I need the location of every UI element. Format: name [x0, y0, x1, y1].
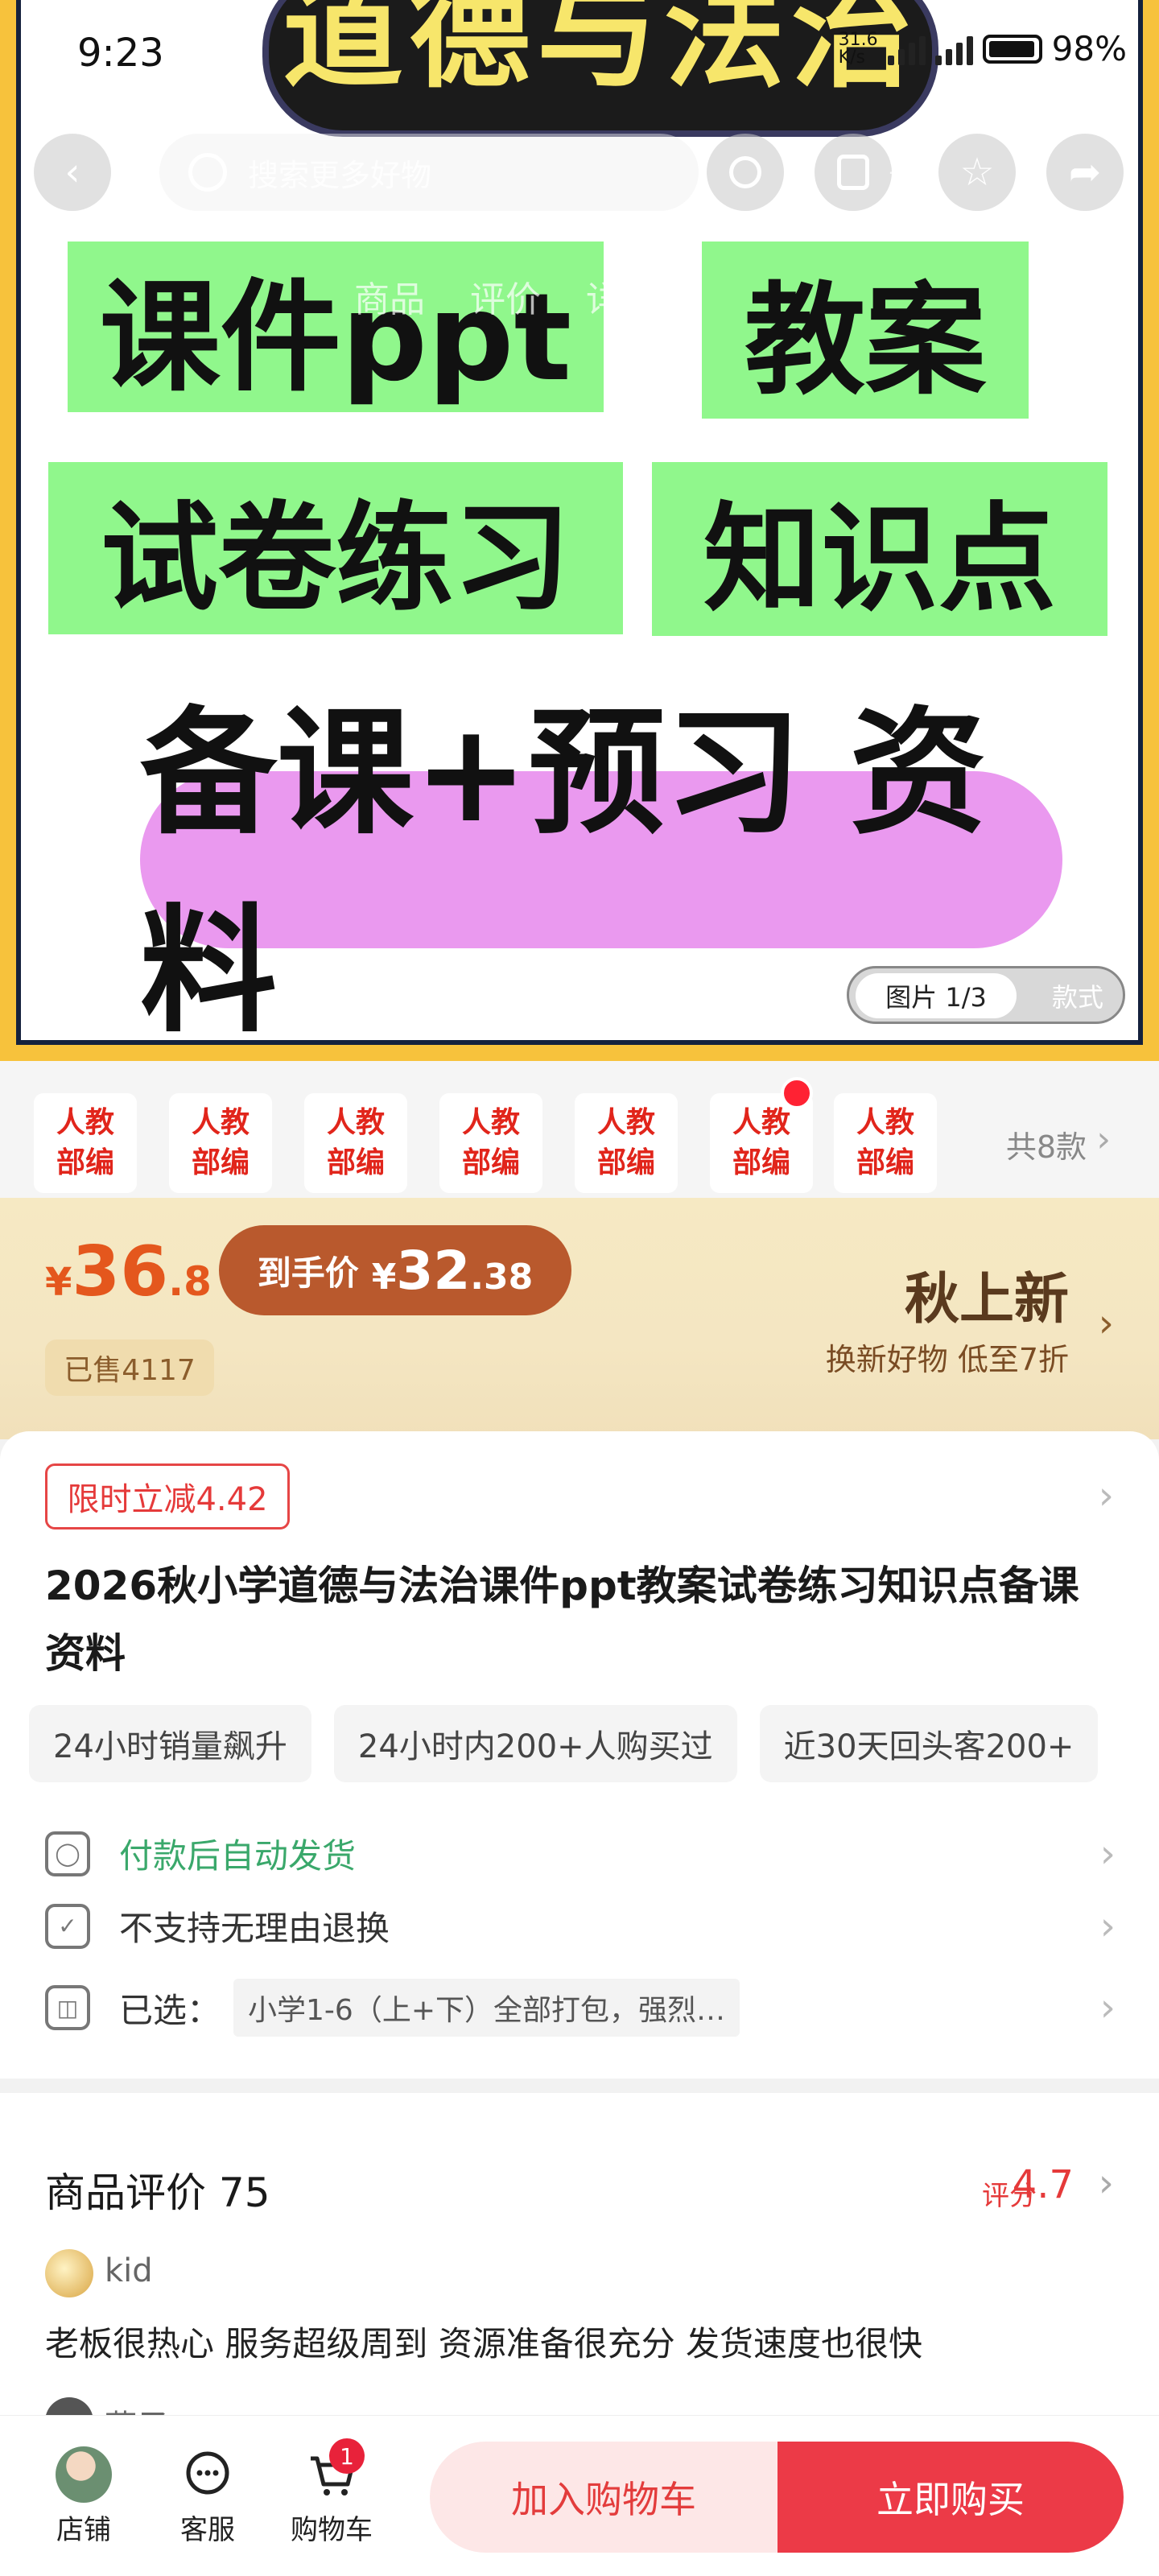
variant-total[interactable]: 共8款 [1006, 1122, 1087, 1166]
shield-check-icon: ✓ [45, 1903, 90, 1949]
network-speed-icon: 31.6 K/s [838, 29, 878, 68]
avatar [45, 2249, 93, 2297]
product-info-card: 限时立减4.42 › 2026秋小学道德与法治课件ppt教案试卷练习知识点备课资… [0, 1431, 1159, 2079]
hot-badge-icon [781, 1077, 813, 1109]
search-icon [729, 156, 761, 188]
chevron-right-icon[interactable]: › [1096, 1119, 1111, 1160]
product-tag: 24小时内200+人购买过 [333, 1705, 737, 1782]
battery-level: 98% [1051, 29, 1127, 68]
share-icon: ➦ [1068, 150, 1102, 195]
tab-details[interactable]: 详情 [586, 270, 657, 322]
search-button[interactable] [707, 134, 784, 211]
selected-variant-value: 小学1-6（上+下）全部打包，强烈… [233, 1979, 740, 2037]
product-tags: 24小时销量飙升 24小时内200+人购买过 近30天回头客200+ [29, 1705, 1099, 1782]
shop-avatar [56, 2446, 112, 2503]
hero-title: 道德与法治 [282, 0, 918, 105]
service-no-return[interactable]: ✓ 不支持无理由退换 › [45, 1901, 1116, 1951]
price: ¥36.8 [45, 1232, 212, 1312]
buy-now-button[interactable]: 立即购买 [777, 2442, 1124, 2553]
price-banner: ¥36.8 到手价 ¥32.38 已售4117 秋上新 换新好物 低至7折 › [0, 1198, 1159, 1439]
variant-thumb[interactable]: 人教 部编 [169, 1093, 272, 1193]
hero-title-pill: 道德与法治 [262, 0, 938, 137]
variant-thumb[interactable]: 人教 部编 [34, 1093, 137, 1193]
chevron-right-icon: › [1099, 1985, 1116, 2030]
search-icon [188, 153, 227, 192]
chevron-right-icon[interactable]: › [1099, 2161, 1114, 2206]
chevron-left-icon: ‹ [64, 150, 80, 195]
share-button[interactable]: ➦ [1046, 134, 1124, 211]
chevron-right-icon[interactable]: › [1099, 1473, 1114, 1518]
variant-strip: 人教 部编 人教 部编 人教 部编 人教 部编 人教 部编 人教 部编 人教 部编 共8款 › [0, 1061, 1159, 1198]
favorite-button[interactable]: ☆ [938, 134, 1016, 211]
variant-thumb[interactable]: 人教 部编 [710, 1077, 813, 1193]
star-icon: ☆ [959, 150, 995, 195]
tab-reviews[interactable]: 评价 [470, 270, 541, 322]
chat-bubble-icon [179, 2446, 236, 2503]
chevron-right-icon: › [1099, 1903, 1116, 1949]
review-username: kid [105, 2252, 153, 2289]
variant-thumb[interactable]: 人教 部编 [834, 1093, 937, 1193]
product-title: 2026秋小学道德与法治课件ppt教案试卷练习知识点备课资料 [45, 1563, 1079, 1677]
search-placeholder: 搜索更多好物 [248, 157, 432, 193]
hero-box-knowledge: 知识点 [652, 462, 1107, 636]
image-style-switch[interactable]: 图片 1/3 款式 [847, 966, 1125, 1024]
image-counter[interactable]: 图片 1/3 [856, 973, 1017, 1018]
customer-service-button[interactable]: 客服 [159, 2446, 256, 2547]
product-tag: 近30天回头客200+ [759, 1705, 1099, 1782]
bag-button[interactable] [815, 134, 892, 211]
promo-title[interactable]: 秋上新 [905, 1254, 1069, 1334]
cart-button[interactable]: 1 购物车 [283, 2438, 380, 2547]
service-auto-delivery[interactable]: ◯ 付款后自动发货 › [45, 1829, 1116, 1878]
hero-box-courseware: 课件ppt [68, 242, 604, 412]
rating-score: 4.7 [1012, 2162, 1074, 2207]
back-button[interactable]: ‹ [34, 134, 111, 211]
cart-count-badge: 1 [329, 2438, 365, 2474]
variant-thumb[interactable]: 人教 部编 [439, 1093, 542, 1193]
status-icons: 31.6 K/s 98% [839, 29, 1127, 68]
variant-thumb[interactable]: 人教 部编 [575, 1093, 678, 1193]
selected-products-label[interactable]: 选品 [889, 153, 943, 192]
review-text[interactable]: 老板很热心 服务超级周到 资源准备很充分 发货速度也很快 [45, 2317, 922, 2366]
product-detail-page: 道德与法治 课件ppt 教案 试卷练习 知识点 备课+预习 资料 图片 1/3 … [0, 0, 1159, 2576]
sold-count: 已售4117 [45, 1340, 214, 1396]
search-input[interactable]: 搜索更多好物 [159, 134, 699, 211]
selected-variant-row[interactable]: ◫ 已选： 小学1-6（上+下）全部打包，强烈… › [45, 1979, 1116, 2037]
limited-discount-tag[interactable]: 限时立减4.42 [45, 1463, 290, 1530]
status-time: 9:23 [77, 31, 164, 76]
cube-icon: ◯ [45, 1831, 90, 1876]
hero-box-lesson-plan: 教案 [702, 242, 1029, 419]
product-tag: 24小时销量飙升 [29, 1705, 311, 1782]
chevron-right-icon[interactable]: › [1099, 1301, 1114, 1346]
variant-thumb[interactable]: 人教 部编 [304, 1093, 407, 1193]
reviews-title[interactable]: 商品评价 75 [45, 2161, 270, 2219]
bottom-action-bar: 店铺 客服 1 购物车 加入购物车 立即购买 [0, 2415, 1159, 2576]
hero-banner-prep: 备课+预习 资料 [140, 694, 1062, 1051]
reviews-section: 商品评价 75 评分 4.7 › kid 老板很热心 服务超级周到 资源准备很充… [0, 2093, 1159, 2446]
style-tab[interactable]: 款式 [1052, 968, 1103, 1023]
hero-box-tests: 试卷练习 [48, 462, 623, 634]
chevron-right-icon: › [1099, 1831, 1116, 1876]
final-price-pill: 到手价 ¥32.38 [219, 1225, 571, 1315]
bag-icon: ◫ [45, 1985, 90, 2030]
section-tabs: 商品 评价 详情 [354, 270, 657, 322]
shop-button[interactable]: 店铺 [35, 2446, 132, 2547]
battery-icon [982, 34, 1042, 64]
signal-icon-2 [934, 33, 973, 65]
cart-icon: 1 [303, 2438, 365, 2503]
shopping-bag-icon [837, 155, 869, 190]
add-to-cart-button[interactable]: 加入购物车 [430, 2442, 777, 2553]
promo-subtitle[interactable]: 换新好物 低至7折 [826, 1335, 1069, 1379]
tab-product[interactable]: 商品 [354, 270, 425, 322]
signal-icon [887, 33, 926, 65]
